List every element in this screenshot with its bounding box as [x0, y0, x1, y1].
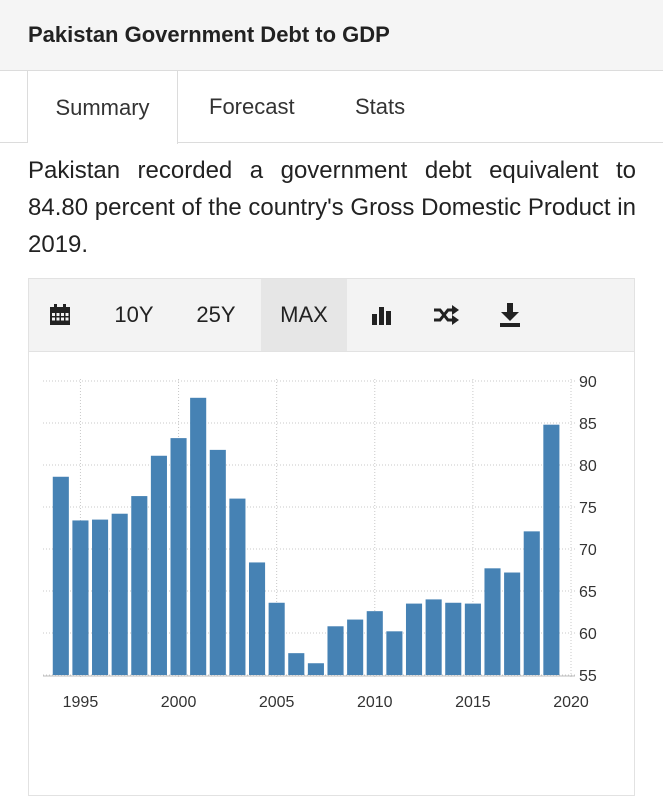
bar-1994	[52, 476, 69, 675]
bar-2013	[425, 599, 442, 675]
bar-2017	[504, 572, 521, 675]
bar-2010	[366, 611, 383, 675]
bar-chart: 55 60 65 70 75 80 85 90 1995 2000 2005 2010 2015 2020	[43, 374, 597, 711]
bar-2014	[445, 602, 462, 675]
bar-1995	[72, 520, 89, 675]
y-tick-label: 70	[579, 542, 597, 559]
bar-2016	[484, 568, 501, 675]
chart-panel: 10Y 25Y MAX 55 60 65 70 75 80 85 90 1995…	[28, 278, 635, 796]
y-tick-label: 55	[579, 668, 597, 685]
bar-2018	[523, 531, 540, 675]
x-tick-label: 2005	[259, 694, 295, 711]
bar-2012	[405, 603, 423, 675]
tab-summary[interactable]: Summary	[28, 71, 178, 144]
x-tick-label: 2015	[455, 694, 491, 711]
page-title: Pakistan Government Debt to GDP	[28, 22, 390, 47]
x-tick-label: 2000	[161, 694, 197, 711]
title-bar: Pakistan Government Debt to GDP	[0, 0, 663, 71]
y-tick-label: 60	[579, 626, 597, 643]
bar-2005	[268, 602, 285, 675]
y-tick-label: 75	[579, 500, 597, 517]
bar-2003	[229, 498, 246, 675]
y-tick-label: 65	[579, 584, 597, 601]
y-tick-label: 80	[579, 458, 597, 475]
bar-1996	[92, 519, 109, 675]
bar-2007	[307, 663, 324, 675]
bar-2002	[209, 449, 226, 675]
bar-2004	[248, 562, 266, 675]
tab-forecast[interactable]: Forecast	[209, 71, 295, 143]
bar-1999	[150, 455, 167, 675]
x-tick-label: 2020	[553, 694, 589, 711]
bar-2006	[288, 653, 305, 675]
bar-2008	[327, 626, 344, 675]
bar-2009	[347, 619, 364, 675]
x-tick-label: 1995	[63, 694, 99, 711]
x-tick-label: 2010	[357, 694, 393, 711]
bar-1997	[111, 513, 128, 675]
bar-2011	[386, 631, 403, 675]
bar-2015	[464, 603, 481, 675]
y-tick-label: 90	[579, 374, 597, 391]
bar-2019	[543, 424, 560, 675]
bar-2001	[190, 397, 207, 675]
tab-bar: Summary Forecast Stats	[0, 71, 663, 144]
bar-2000	[170, 438, 187, 675]
bar-1998	[131, 496, 148, 675]
summary-text: Pakistan recorded a government debt equi…	[28, 157, 636, 258]
y-tick-label: 85	[579, 416, 597, 433]
tab-stats[interactable]: Stats	[355, 71, 405, 143]
